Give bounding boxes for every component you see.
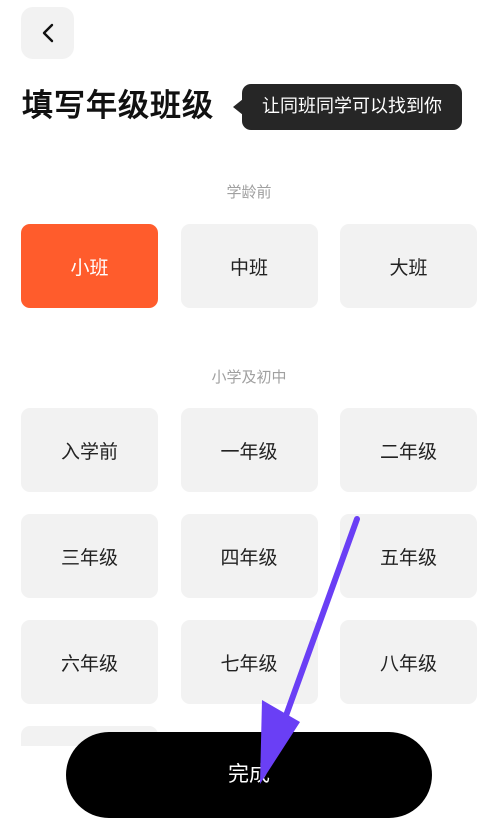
grade-option-small-class[interactable]: 小班 [21,224,158,308]
grade-option-large-class[interactable]: 大班 [340,224,477,308]
primary-grade-grid: 入学前 一年级 二年级 三年级 四年级 五年级 六年级 七年级 八年级 [21,408,477,748]
hint-tooltip: 让同班同学可以找到你 [233,84,462,130]
section-label-preschool: 学龄前 [226,183,272,201]
grade-option-pre-school[interactable]: 入学前 [21,408,158,492]
chevron-left-icon [41,23,55,43]
grade-option-grade-1[interactable]: 一年级 [180,408,318,492]
preschool-grade-grid: 小班 中班 大班 [21,224,477,308]
grade-option-grade-3[interactable]: 三年级 [21,514,158,598]
grade-option-grade-5[interactable]: 五年级 [340,514,477,598]
grade-option-grade-2[interactable]: 二年级 [340,408,477,492]
done-button[interactable]: 完成 [66,732,432,818]
section-label-primary-middle: 小学及初中 [211,368,287,386]
grade-option-grade-6[interactable]: 六年级 [21,620,158,704]
grade-option-grade-4[interactable]: 四年级 [180,514,318,598]
page-title: 填写年级班级 [22,88,214,124]
grade-option-grade-8[interactable]: 八年级 [340,620,477,704]
grade-option-middle-class[interactable]: 中班 [180,224,318,308]
back-button[interactable] [21,7,74,59]
grade-option-grade-7[interactable]: 七年级 [180,620,318,704]
